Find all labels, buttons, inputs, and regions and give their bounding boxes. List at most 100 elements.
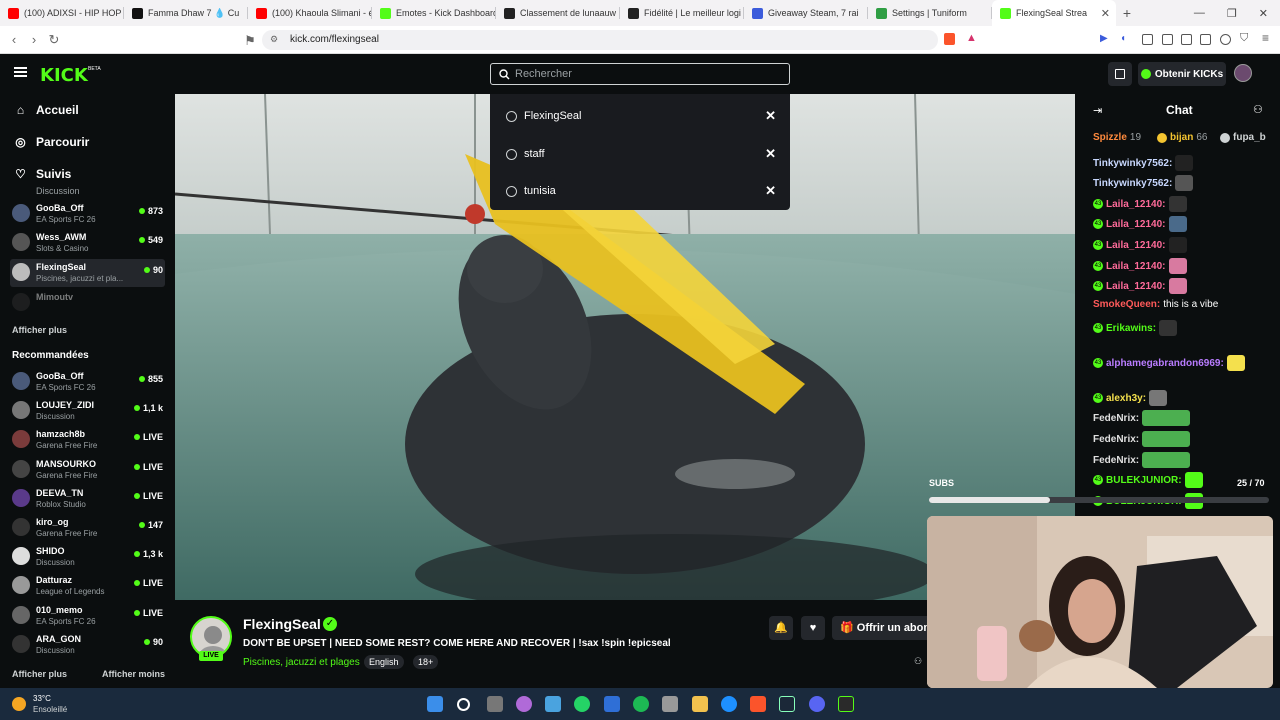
chat-username[interactable]: BULEKJUNIOR:: [1106, 475, 1182, 486]
back-icon[interactable]: ‹: [4, 32, 24, 47]
browser-tab[interactable]: Classement de lunaauw: [496, 0, 620, 26]
sidebar-channel[interactable]: GooBa_Off EA Sports FC 26 855: [10, 368, 165, 396]
show-less-link[interactable]: Afficher moins: [102, 669, 165, 679]
chat-username[interactable]: FedeNrix:: [1093, 413, 1139, 424]
chat-username[interactable]: SmokeQueen:: [1093, 299, 1160, 310]
chat-username[interactable]: Tinkywinky7562:: [1093, 178, 1172, 189]
sidebar-channel[interactable]: Wess_AWM Slots & Casino 549: [10, 229, 165, 257]
task-view-icon[interactable]: [487, 696, 503, 712]
chat-username[interactable]: alphamegabrandon6969:: [1106, 358, 1224, 369]
collapse-chat-icon[interactable]: ⇥: [1093, 104, 1102, 117]
gift-sub-button[interactable]: 🎁 Offrir un abonn: [832, 616, 932, 640]
chat-message[interactable]: 43BULEKJUNIOR:: [1093, 472, 1203, 488]
hamburger-menu-icon[interactable]: [14, 67, 27, 77]
chat-message[interactable]: Tinkywinky7562:: [1093, 155, 1194, 171]
users-icon[interactable]: ⚇: [914, 656, 922, 667]
chat-users-icon[interactable]: ⚇: [1253, 103, 1263, 116]
top-gifter[interactable]: fupa_b: [1220, 132, 1266, 143]
new-tab-icon[interactable]: +: [1116, 5, 1138, 21]
sidebar-channel[interactable]: hamzach8b Garena Free Fire LIVE: [10, 426, 165, 454]
brave-shield-icon[interactable]: [944, 33, 955, 45]
discord-icon[interactable]: [809, 696, 825, 712]
edge-icon[interactable]: [721, 696, 737, 712]
chat-message[interactable]: 43 Laila_12140:: [1093, 278, 1187, 294]
search-taskbar-icon[interactable]: [457, 698, 470, 711]
restore-icon[interactable]: ❐: [1227, 7, 1237, 20]
search-history-item[interactable]: tunisia ✕: [490, 177, 790, 207]
file-explorer-icon[interactable]: [692, 696, 708, 712]
notification-bell-button[interactable]: 🔔: [769, 616, 793, 640]
chat-username[interactable]: Tinkywinky7562:: [1093, 158, 1172, 169]
steam-icon[interactable]: [779, 696, 795, 712]
menu-icon[interactable]: ≡: [1262, 31, 1269, 45]
chat-username[interactable]: alexh3y:: [1106, 393, 1146, 404]
sidebar-channel[interactable]: GooBa_Off EA Sports FC 26 873: [10, 200, 165, 228]
sidebar-channel[interactable]: ARA_GON Discussion 90: [10, 631, 165, 659]
forward-icon[interactable]: ›: [24, 32, 44, 47]
stream-tag[interactable]: English: [364, 655, 404, 669]
chat-message[interactable]: 43 Laila_12140:: [1093, 258, 1187, 274]
browser-tab[interactable]: Fidélité | Le meilleur logi: [620, 0, 744, 26]
chat-message[interactable]: 43 alexh3y:: [1093, 390, 1168, 406]
sidebar-icon[interactable]: [1181, 34, 1192, 45]
notepad-icon[interactable]: [604, 696, 620, 712]
chat-message[interactable]: FedeNrix:: [1093, 410, 1191, 426]
chat-message[interactable]: SmokeQueen: this is a vibe: [1093, 299, 1218, 310]
sidebar-channel[interactable]: LOUJEY_ZIDI Discussion 1,1 k: [10, 397, 165, 425]
browser-tab[interactable]: (100) Khaoula Slimani - é: [248, 0, 372, 26]
sidebar-channel[interactable]: kiro_og Garena Free Fire 147: [10, 514, 165, 542]
chat-message[interactable]: Tinkywinky7562:: [1093, 175, 1194, 191]
search-history-item[interactable]: staff ✕: [490, 140, 790, 170]
follow-button[interactable]: ♥: [801, 616, 825, 640]
url-text[interactable]: kick.com/flexingseal: [290, 34, 379, 45]
app-icon[interactable]: [838, 696, 854, 712]
extension-icon[interactable]: [1162, 34, 1173, 45]
stream-category[interactable]: Piscines, jacuzzi et plages: [243, 657, 360, 668]
bookmark-icon[interactable]: ⚑: [240, 33, 260, 49]
chat-username[interactable]: FedeNrix:: [1093, 455, 1139, 466]
chat-message[interactable]: 43 Laila_12140:: [1093, 216, 1187, 232]
site-info-icon[interactable]: ⚙: [270, 34, 278, 45]
remove-history-icon[interactable]: ✕: [765, 108, 776, 124]
sidebar-nav-suivis[interactable]: ♡ Suivis: [14, 167, 71, 181]
whatsapp-icon[interactable]: [574, 696, 590, 712]
shield-icon[interactable]: ⛉: [1240, 32, 1248, 45]
chat-message[interactable]: FedeNrix:: [1093, 431, 1191, 447]
streamer-name[interactable]: FlexingSeal: [243, 616, 321, 632]
browser-tab[interactable]: FlexingSeal Strea ✕: [992, 0, 1116, 26]
sidebar-channel[interactable]: Datturaz League of Legends LIVE: [10, 572, 165, 600]
search-input[interactable]: [515, 67, 775, 81]
store-icon[interactable]: [662, 696, 678, 712]
downloads-icon[interactable]: [1220, 34, 1231, 45]
top-gifter[interactable]: bijan 66: [1157, 132, 1207, 143]
browser-tab[interactable]: Settings | Tuniform: [868, 0, 992, 26]
windows-start-icon[interactable]: [427, 696, 443, 712]
app-icon[interactable]: [516, 696, 532, 712]
sidebar-nav-parcourir[interactable]: ◎ Parcourir: [14, 135, 89, 149]
play-icon[interactable]: ▶: [1100, 33, 1108, 44]
extension-icon[interactable]: [1142, 34, 1153, 45]
search-box[interactable]: [490, 63, 790, 85]
browser-tab[interactable]: (100) ADIXSI - HIP HOP |: [0, 0, 124, 26]
chat-username[interactable]: Laila_12140:: [1106, 219, 1166, 230]
browser-tab[interactable]: Famma Dhaw 7 💧 Cu: [124, 0, 248, 26]
user-avatar[interactable]: [1234, 64, 1252, 82]
photos-icon[interactable]: [545, 696, 561, 712]
remove-history-icon[interactable]: ✕: [765, 146, 776, 162]
sidebar-channel[interactable]: 010_memo EA Sports FC 26 LIVE: [10, 602, 165, 630]
minimize-icon[interactable]: —: [1194, 7, 1205, 19]
sidebar-channel[interactable]: MANSOURKO Garena Free Fire LIVE: [10, 456, 165, 484]
weather-desc[interactable]: Ensoleillé: [33, 705, 67, 714]
speaker-icon[interactable]: ◖: [1120, 33, 1126, 44]
layout-toggle-button[interactable]: [1108, 62, 1132, 86]
sun-icon[interactable]: [12, 697, 26, 711]
sidebar-channel[interactable]: FlexingSeal Piscines, jacuzzi et pla... 90: [10, 259, 165, 287]
brave-rewards-icon[interactable]: ▲: [966, 32, 977, 44]
chat-message[interactable]: 43 alphamegabrandon6969:: [1093, 355, 1245, 371]
chat-username[interactable]: Laila_12140:: [1106, 261, 1166, 272]
sidebar-nav-accueil[interactable]: ⌂ Accueil: [14, 103, 79, 117]
chat-username[interactable]: Laila_12140:: [1106, 281, 1166, 292]
chat-username[interactable]: Erikawins:: [1106, 323, 1156, 334]
show-more-link[interactable]: Afficher plus: [12, 669, 67, 679]
search-history-item[interactable]: FlexingSeal ✕: [490, 102, 790, 132]
